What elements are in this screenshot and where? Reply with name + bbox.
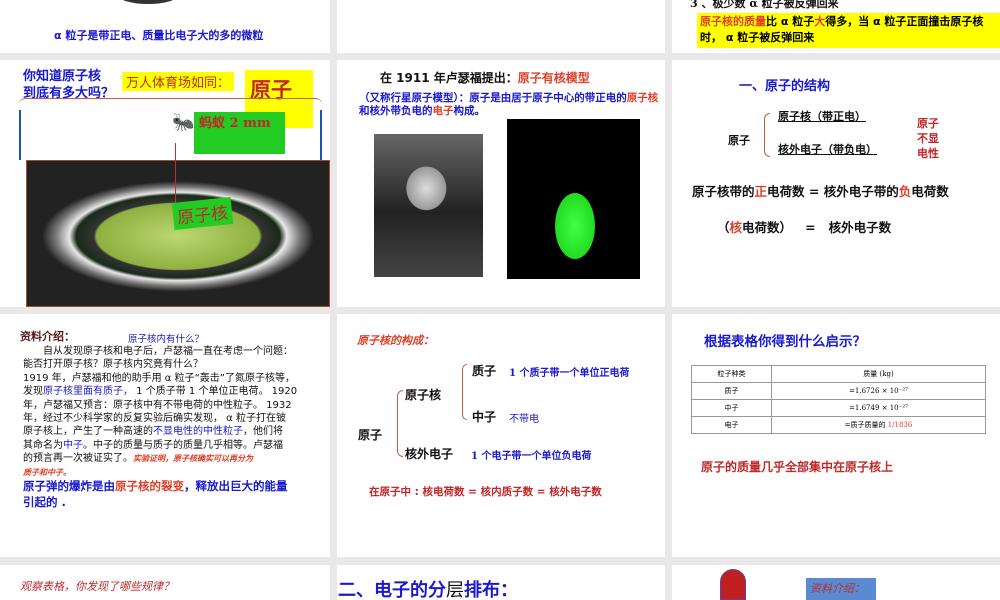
rutherford-portrait <box>374 134 483 277</box>
question: 你知道原子核 到底有多大吗？ <box>23 68 114 102</box>
slide-thumbnail-8[interactable]: 原子核的构成： 原子 原子核 质子 1 个质子带一个单位正电荷 中子 不带电 核… <box>337 314 665 557</box>
slide-thumbnail-5[interactable]: 在 1911 年卢瑟福提出：原子有核模型 （又称行星原子模型）：原子是由居于原子… <box>337 60 665 307</box>
subtitle: 原子核内有什么？ <box>128 334 205 345</box>
slide-thumbnail-6[interactable]: 一、原子的结构 原子 原子核（带正电） 核外电子（带负电） 原子 不显 电性 原子核… <box>672 60 1000 307</box>
table-header: 粒子种类 <box>691 365 772 383</box>
highlight-box: 原子核的质量比 α 粒子大得多，当 α 粒子正面撞击原子核时， α 粒子被反弹回… <box>697 13 1000 48</box>
ant-label: 蚂蚁 2 mm <box>194 112 285 154</box>
table-row: 电子 =质子质量的 1/1836 <box>691 416 986 434</box>
particle-mass-table: 粒子种类 质量 (kg) 质子 =1.6726 × 10⁻²⁷ 中子 =1.6749 … <box>691 365 986 434</box>
slide-thumbnail-10[interactable]: 观察表格，你发现了哪些规律？ <box>0 565 330 600</box>
section-title: 二、电子的分层排布： <box>338 580 518 600</box>
left-bar <box>19 110 21 160</box>
table-row: 质子 =1.6726 × 10⁻²⁷ <box>691 382 986 400</box>
nucleus-label: 原子核（带正电） <box>778 110 866 123</box>
neutron-label: 中子 <box>472 410 497 424</box>
brace <box>397 390 403 457</box>
stadium-image <box>26 160 330 307</box>
hl-a: 原子核的质量 <box>700 15 766 28</box>
proton-label: 质子 <box>472 364 497 378</box>
hl-c: 大 <box>814 15 826 28</box>
slide-thumbnail-12[interactable]: 资料介绍： <box>672 565 1000 600</box>
slide-title: 根据表格你得到什么启示？ <box>704 334 866 350</box>
material-label: 资料介绍： <box>806 578 876 600</box>
proton-desc: 1 个质子带一个单位正电荷 <box>509 368 630 379</box>
hl-b: 比 α 粒子 <box>766 15 815 28</box>
slide-thumbnail-1[interactable]: α 粒子是带正电、质量比电子大的多的微粒 <box>0 0 330 53</box>
stadium-label: 万人体育场如同： <box>122 72 235 91</box>
conclusion: 原子的质量几乎全部集中在原子核上 <box>701 460 894 474</box>
slide-thumbnail-9[interactable]: 根据表格你得到什么启示？ 粒子种类 质量 (kg) 质子 =1.6726 × 10⁻… <box>672 314 1000 557</box>
neutron-desc: 不带电 <box>509 414 539 425</box>
title-b: 原子有核模型 <box>517 71 590 85</box>
section-title: 一、原子的结构 <box>739 79 831 94</box>
charge-equation: 原子核带的正电荷数 = 核外电子带的负电荷数 <box>692 184 949 199</box>
title-a: 在 1911 年卢瑟福提出： <box>380 71 518 85</box>
slide-thumbnail-11[interactable]: 二、电子的分层排布： <box>337 565 665 600</box>
nuclear-charge-equation: （核电荷数） = 核外电子数 <box>717 220 892 235</box>
brace <box>764 113 770 157</box>
body-text: 自从发现原子核和电子后，卢瑟福一直在考虑一个问题： 能否打开原子核？原子核内究竟有… <box>23 346 298 477</box>
material-label: 资料介绍： <box>20 330 75 343</box>
slide-thumbnail-2[interactable] <box>337 0 665 53</box>
nucleus-label: 原子核 <box>405 388 442 402</box>
atom-model-image <box>507 119 640 279</box>
line-3: 3 、极少数 α 粒子被反弹回来 <box>690 0 839 10</box>
brace <box>462 364 467 420</box>
atom-label: 原子 <box>358 428 383 442</box>
alarm-light-icon <box>720 569 746 600</box>
summary: 在原子中 : 核电荷数 = 核内质子数 = 核外电子数 <box>369 486 602 498</box>
slide-title: 原子核的构成： <box>357 334 434 347</box>
slide-text: 观察表格，你发现了哪些规律？ <box>20 580 174 593</box>
slide-thumbnail-7[interactable]: 资料介绍： 原子核内有什么？ 自从发现原子核和电子后，卢瑟福一直在考虑一个问题：… <box>0 314 330 557</box>
table-header: 质量 (kg) <box>771 365 986 383</box>
table-row: 中子 =1.6749 × 10⁻²⁷ <box>691 399 986 417</box>
electron-label: 核外电子（带负电） <box>778 143 877 156</box>
question-line: 你知道原子核 <box>23 69 102 84</box>
brace-line <box>18 98 323 106</box>
electron-desc: 1 个电子带一个单位负电荷 <box>471 451 592 462</box>
ant-icon: 🐜 <box>172 112 195 133</box>
electron-label: 核外电子 <box>405 447 454 461</box>
slide-thumbnail-4[interactable]: 你知道原子核 到底有多大吗？ 万人体育场如同： 原子 🐜 蚂蚁 2 mm 原子核 <box>0 60 330 307</box>
right-bar <box>320 110 322 160</box>
atom-label: 原子 <box>728 134 750 147</box>
dark-object <box>118 0 178 4</box>
caption: α 粒子是带正电、质量比电子大的多的微粒 <box>54 29 264 42</box>
neutral-label: 原子 不显 电性 <box>917 117 939 160</box>
description: （又称行星原子模型）：原子是由居于原子中心的带正电的原子核和核外带负电的电子构成… <box>359 92 659 117</box>
bomb-text: 原子弹的爆炸是由原子核的裂变，释放出巨大的能量 引起的 . <box>23 479 288 509</box>
slide-thumbnail-3[interactable]: 3 、极少数 α 粒子被反弹回来 原子核的质量比 α 粒子大得多，当 α 粒子正… <box>672 0 1000 53</box>
